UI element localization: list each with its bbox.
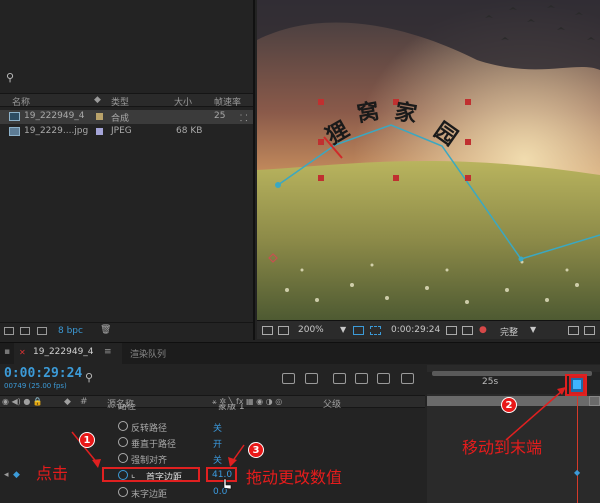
hand-cursor-icon (223, 478, 232, 490)
annotation-move-end: 移动到末端 (462, 438, 543, 457)
annotation-click: 点击 (36, 464, 69, 483)
annotation-arrows (71, 387, 566, 490)
annotation-drag: 拖动更改数值 (246, 468, 343, 487)
step-badge-1: 1 (79, 432, 95, 448)
step-badge-2: 2 (501, 397, 517, 413)
step-badge-3: 3 (248, 442, 264, 458)
